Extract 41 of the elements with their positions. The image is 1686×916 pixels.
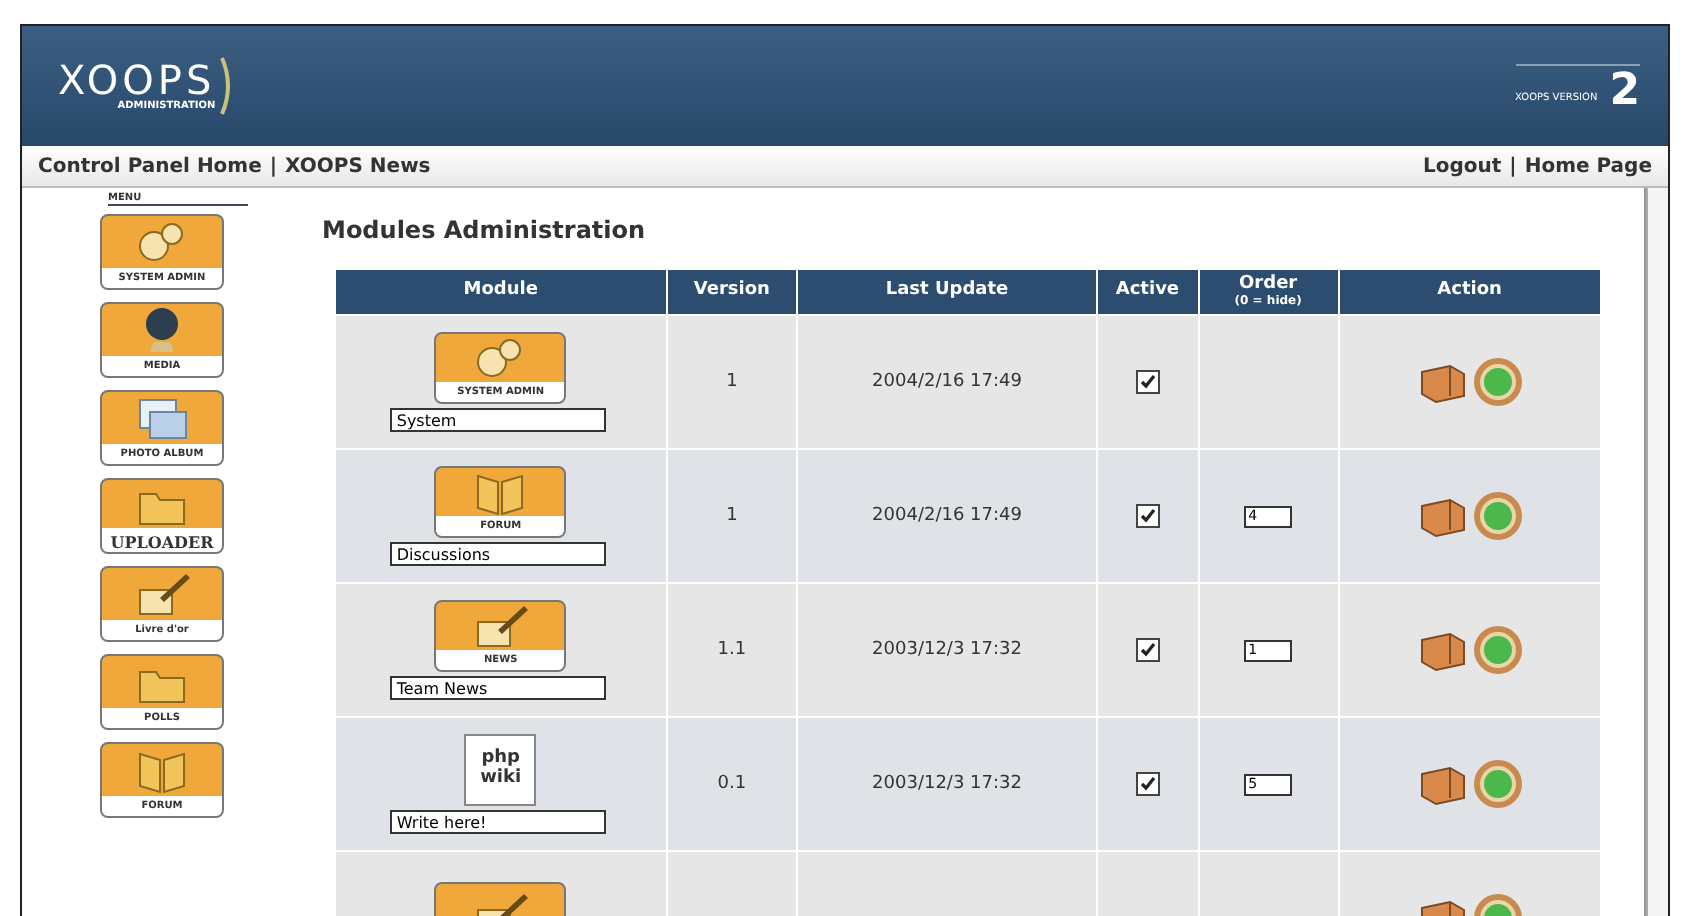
module-name-field[interactable]: Discussions <box>390 542 607 566</box>
date-text: 2004/2/16 17:49 <box>872 372 1022 392</box>
logo-text: XOOPS <box>58 60 216 100</box>
date-text: 2003/12/3 17:32 <box>872 640 1022 660</box>
nav-separator: | <box>269 155 278 177</box>
active-checkbox[interactable] <box>1135 638 1160 662</box>
column-header: Module <box>335 269 667 315</box>
module-name-field[interactable]: Team News <box>390 676 607 700</box>
version-text: 1 <box>726 506 738 526</box>
column-header: Version <box>666 269 798 315</box>
package-icon[interactable] <box>1415 628 1468 672</box>
date-text: 2004/2/16 17:49 <box>872 506 1022 526</box>
active-checkbox[interactable] <box>1135 772 1160 796</box>
module-tile[interactable]: UPLOADER <box>100 478 224 554</box>
column-header: Action <box>1338 269 1601 315</box>
column-header: Last Update <box>797 269 1097 315</box>
nav-link[interactable]: Logout <box>1423 155 1502 177</box>
column-header: Active <box>1096 269 1199 315</box>
version-text: 1.1 <box>717 640 747 660</box>
active-checkbox[interactable] <box>1135 504 1160 528</box>
logo-text: wiki <box>480 770 522 790</box>
active-checkbox[interactable] <box>1135 370 1160 394</box>
version-number: 2 <box>1609 73 1640 109</box>
photo-icon <box>134 394 190 442</box>
nav-link[interactable]: XOOPS News <box>285 155 431 177</box>
module-name-field[interactable]: Write here! <box>390 810 607 834</box>
page-title: Modules Administration <box>322 216 648 244</box>
module-name-field[interactable]: System <box>390 408 607 432</box>
arc-icon <box>219 56 236 116</box>
tile-label: UPLOADER <box>102 528 222 552</box>
nav-separator: | <box>1509 155 1517 177</box>
nav-link[interactable]: Home Page <box>1524 155 1652 177</box>
nav-link[interactable]: Control Panel Home <box>38 155 262 177</box>
date-text: 2003/12/3 17:32 <box>872 774 1022 794</box>
logo-text: php <box>481 750 520 769</box>
package-icon[interactable] <box>1415 762 1468 806</box>
version-text: 1 <box>726 372 738 392</box>
package-icon[interactable] <box>1415 360 1468 404</box>
package-icon[interactable] <box>1415 494 1468 538</box>
version-text: 0.1 <box>717 774 747 794</box>
scrollbar[interactable] <box>1646 188 1668 916</box>
